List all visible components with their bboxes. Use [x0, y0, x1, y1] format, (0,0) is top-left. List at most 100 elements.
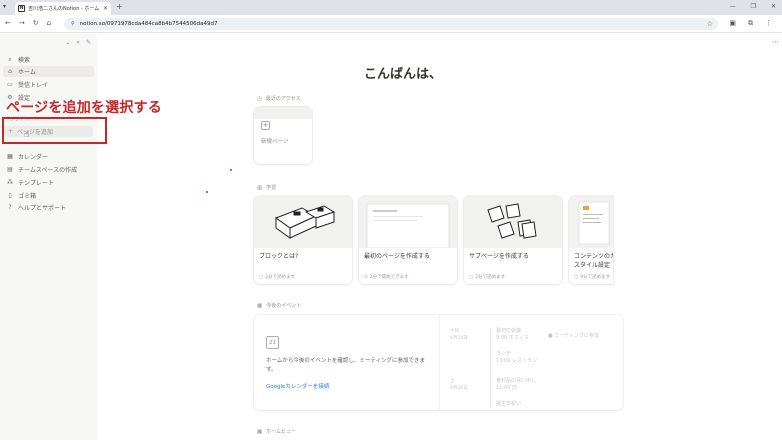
event-detail: 11:00 店	[496, 385, 517, 391]
learn-card-subpage[interactable]: サブページを作成する ▢ 2分で読めます	[464, 196, 562, 284]
play-icon: ⊙	[364, 274, 368, 280]
sidebar-item-inbox[interactable]: ▭ 受信トレイ	[6, 79, 48, 90]
learn-card-title: サブページを作成する	[469, 253, 529, 260]
event-title: 食料品の買い出し	[496, 378, 537, 384]
address-bar[interactable]: ⚲ notion.so/0971978cda484ca8b4b7544506da…	[64, 18, 718, 30]
sidebar-item-trash[interactable]: ▯ ゴミ箱	[6, 190, 36, 201]
bookmark-star-icon[interactable]: ☆	[707, 20, 713, 28]
hand-cursor-icon: ☝	[24, 130, 30, 140]
sidebar-item-label: 検索	[18, 57, 31, 64]
event-day-label: 今日	[450, 329, 459, 334]
book-icon: ▢	[259, 274, 264, 280]
forward-icon[interactable]: →	[19, 19, 25, 27]
nav-buttons: ← → ↻ ⌂	[5, 19, 51, 27]
learn-card-meta-text: 2分で開始できます	[369, 275, 409, 280]
join-meeting-button: ■ ミーティングに参加	[548, 332, 600, 340]
sidebar-top-actions: ⌄ « ✎	[65, 39, 91, 46]
learn-card-first-page[interactable]: 最初のページを作成する ⊙ 2分で開始できます	[359, 196, 457, 284]
sidebar-item-create-teamspace[interactable]: ▤ チームスペースの作成	[6, 164, 77, 175]
learn-card-blocks[interactable]: ブロックとは? ▢ 2分で読めます	[254, 196, 352, 284]
browser-tab[interactable]: N 吉川浩二さんのNotion - ホーム ✕	[15, 2, 111, 15]
events-header-label: 今後のイベント	[266, 303, 302, 309]
reload-icon[interactable]: ↻	[33, 19, 39, 27]
learn-card-title: ブロックとは?	[259, 253, 299, 260]
styling-illustration	[569, 196, 613, 248]
more-options-icon[interactable]: ⋯	[772, 38, 779, 46]
notion-favicon-icon: N	[18, 5, 25, 12]
close-window-icon[interactable]: ✕	[771, 3, 776, 10]
browser-menu-icon[interactable]: ⋮	[765, 19, 772, 28]
event-title: 最初の会議	[496, 328, 522, 334]
event-item-groceries: 食料品の買い出し 11:00 店	[496, 378, 536, 392]
recent-section-header: ◷ 最近のアクセス	[257, 95, 301, 103]
event-item-lunch: ランチ 13:00 レストラン	[496, 351, 537, 365]
inbox-icon: ▭	[7, 81, 13, 88]
events-section-header: ▦ 今後のイベント	[257, 302, 302, 310]
close-tab-icon[interactable]: ✕	[103, 5, 108, 12]
red-dot-marker	[230, 169, 232, 171]
sidebar-item-search[interactable]: ⌕ 検索	[6, 54, 30, 65]
extensions-puzzle-icon[interactable]: ⧉	[748, 19, 753, 28]
home-button-icon[interactable]: ⌂	[47, 19, 51, 27]
home-icon: ⌂	[8, 68, 12, 75]
event-detail: 9:00 オフィス	[496, 335, 529, 341]
sidebar: ⌄ « ✎ ⌕ 検索 ⌂ ホーム ▭ 受信トレイ ⚙ 設定 プライベート + ペ…	[0, 34, 97, 440]
learn-card-meta: ▢ 2分で読めます	[259, 274, 296, 281]
chevron-down-icon[interactable]: ⌄	[65, 39, 70, 46]
sidebar-item-label: ゴミ箱	[18, 193, 37, 200]
template-icon: ⁂	[7, 179, 13, 186]
learn-header-label: 学習	[266, 185, 277, 191]
learn-card-meta-text: 2分で読めます	[475, 275, 506, 280]
event-title: ランチ	[496, 351, 512, 357]
sidebar-item-label: テンプレート	[18, 180, 54, 187]
event-day-date: 4月24日	[450, 336, 468, 341]
teamspace-icon: ▤	[7, 166, 13, 173]
minimize-icon[interactable]: —	[730, 3, 736, 10]
extension-icon[interactable]: ▣	[729, 19, 736, 28]
sidebar-item-home[interactable]: ⌂ ホーム	[3, 66, 94, 77]
window-controls: — ❐ ✕	[730, 3, 776, 10]
site-info-icon[interactable]: ⚲	[71, 21, 75, 27]
sidebar-item-templates[interactable]: ⁂ テンプレート	[6, 177, 54, 188]
learn-card-styling[interactable]: コンテンツのカ… スタイル設定 ▢ 9分で読めます	[569, 196, 613, 284]
back-icon[interactable]: ←	[5, 19, 11, 27]
event-bar	[490, 378, 491, 408]
new-tab-button[interactable]: +	[116, 3, 123, 11]
sidebar-item-label: カレンダー	[18, 154, 49, 161]
tab-list-icon[interactable]: ▾	[3, 3, 6, 10]
learn-card-meta: ▢ 9分で読めます	[574, 274, 611, 281]
new-page-card[interactable]: + 新規ページ	[254, 107, 312, 164]
recent-header-label: 最近のアクセス	[265, 96, 301, 102]
event-day-label: 土	[450, 379, 455, 384]
learn-card-meta: ⊙ 2分で開始できます	[364, 274, 409, 281]
plus-icon: +	[261, 121, 270, 130]
collapse-sidebar-icon[interactable]: «	[76, 39, 80, 46]
learn-card-title: 最初のページを作成する	[364, 253, 430, 260]
new-page-icon[interactable]: ✎	[86, 39, 91, 46]
sidebar-item-calendar[interactable]: ▦ カレンダー	[6, 151, 48, 162]
calendar-icon: ▦	[257, 302, 263, 309]
card-cover	[254, 107, 312, 119]
learn-section-header: ▥ 学習	[257, 184, 277, 192]
event-item-meeting: 最初の会議 9:00 オフィス	[496, 328, 529, 342]
home-view-label: ホームビュー	[266, 429, 297, 435]
join-meeting-label: ミーティングに参加	[554, 333, 600, 339]
event-day-today: 今日 4月24日	[450, 328, 468, 342]
browser-tab-bar: ▾ N 吉川浩二さんのNotion - ホーム ✕ + — ❐ ✕	[0, 0, 782, 15]
page-illustration	[359, 196, 457, 249]
toolbar-right: ▣ ⧉ ⋮	[729, 19, 772, 28]
learn-card-meta-text: 9分で読めます	[580, 275, 611, 280]
sidebar-item-label: ホーム	[18, 69, 36, 76]
video-icon: ■	[548, 332, 553, 339]
connect-google-calendar-link[interactable]: Googleカレンダーを接続	[266, 382, 329, 390]
learn-card-meta-text: 2分で読めます	[265, 275, 296, 280]
maximize-icon[interactable]: ❐	[751, 3, 756, 10]
clock-icon: ◷	[257, 95, 262, 102]
book-icon: ▢	[469, 274, 474, 280]
annotation-highlight-box	[2, 117, 107, 144]
sidebar-item-help[interactable]: ? ヘルプとサポート	[6, 202, 66, 213]
event-detail: 13:00 レストラン	[496, 358, 537, 364]
events-description: ホームから今後のイベントを確認し、ミーティングに参加できます。	[266, 358, 426, 373]
event-day-date: 4月26日	[450, 386, 468, 391]
new-page-label: 新規ページ	[261, 139, 289, 145]
